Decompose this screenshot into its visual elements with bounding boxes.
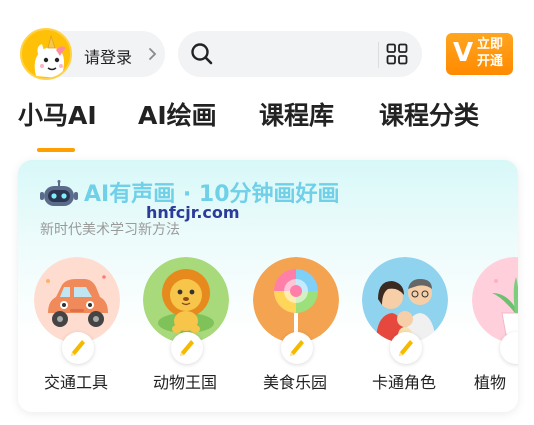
lollipop-icon bbox=[253, 257, 339, 343]
ai-voice-drawing-card[interactable]: AI有声画 · 10分钟画好画 新时代美术学习新方法 hnfcjr.com 交通… bbox=[18, 160, 518, 412]
tab-course-library[interactable]: 课程库 bbox=[259, 98, 334, 134]
vip-letter: V bbox=[453, 38, 474, 68]
vip-activate-label: 立即 开通 bbox=[472, 36, 508, 70]
toy-car-icon bbox=[34, 257, 120, 343]
tab-ai-painting[interactable]: AI绘画 bbox=[138, 98, 217, 134]
chevron-right-icon bbox=[149, 48, 157, 60]
category-plants[interactable]: 植物 bbox=[464, 254, 518, 404]
lion-icon bbox=[143, 257, 229, 343]
category-label: 交通工具 bbox=[43, 373, 108, 392]
plant-icon bbox=[472, 257, 518, 343]
category-animals[interactable]: 动物王国 bbox=[135, 254, 235, 404]
category-food[interactable]: 美食乐园 bbox=[245, 254, 345, 404]
top-tab-bar: 小马AI AI绘画 课程库 课程分类 bbox=[0, 98, 534, 154]
login-label[interactable]: 请登录 bbox=[84, 44, 132, 68]
top-header: 请登录 V 立即 开通 bbox=[0, 0, 534, 90]
watermark-text: hnfcjr.com bbox=[146, 203, 240, 222]
unicorn-avatar-icon[interactable] bbox=[20, 28, 72, 80]
vip-line-1: 立即 bbox=[476, 37, 503, 52]
search-divider bbox=[378, 42, 379, 68]
pencil-badge-icon bbox=[171, 332, 203, 364]
grid-menu-icon[interactable] bbox=[386, 43, 408, 65]
vip-line-2: 开通 bbox=[476, 54, 503, 69]
category-label: 植物 bbox=[474, 373, 507, 392]
pencil-badge-icon bbox=[62, 332, 94, 364]
pencil-badge-icon bbox=[390, 332, 422, 364]
category-cartoon-characters[interactable]: 卡通角色 bbox=[354, 254, 454, 404]
robot-icon bbox=[40, 180, 78, 206]
category-label: 美食乐园 bbox=[262, 373, 327, 392]
category-label: 动物王国 bbox=[152, 373, 217, 392]
active-tab-indicator bbox=[37, 148, 75, 152]
category-vehicles[interactable]: 交通工具 bbox=[26, 254, 126, 404]
tab-course-categories[interactable]: 课程分类 bbox=[379, 98, 479, 134]
tab-xiaoma-ai[interactable]: 小马AI bbox=[18, 98, 97, 134]
pencil-badge-icon bbox=[281, 332, 313, 364]
pencil-badge-icon bbox=[500, 332, 518, 364]
category-label: 卡通角色 bbox=[371, 373, 436, 392]
search-icon[interactable] bbox=[190, 42, 214, 66]
cartoon-family-icon bbox=[362, 257, 448, 343]
